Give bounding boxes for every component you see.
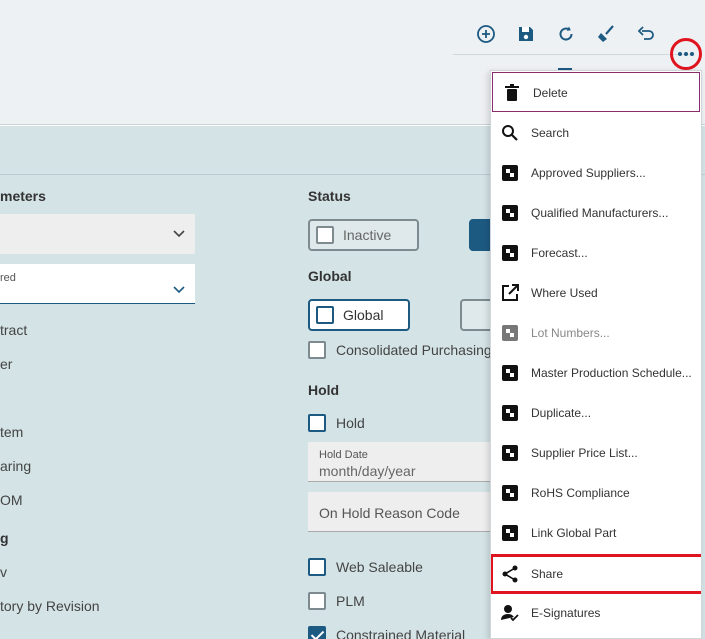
- global-title: Global: [308, 268, 352, 284]
- form-icon: [502, 205, 518, 221]
- add-icon[interactable]: [473, 21, 499, 47]
- menu-item-label: Forecast...: [531, 246, 588, 260]
- more-icon-dot: [690, 52, 694, 56]
- external-link-icon: [502, 284, 519, 301]
- search-icon: [502, 125, 518, 141]
- chevron-down-icon: [173, 230, 185, 238]
- more-icon-dot: [684, 52, 688, 56]
- select-label: red: [0, 272, 16, 284]
- menu-item-link-global-part[interactable]: Link Global Part: [491, 513, 701, 553]
- checkbox-icon: [308, 414, 326, 432]
- hold-label: Hold: [336, 415, 365, 431]
- more-options-menu: Delete Search Approved Suppliers... Qual…: [490, 70, 702, 639]
- hold-title: Hold: [308, 382, 340, 398]
- menu-item-label: Duplicate...: [531, 406, 592, 420]
- menu-item-where-used[interactable]: Where Used: [491, 273, 701, 313]
- constrained-material-checkbox[interactable]: Constrained Material: [308, 625, 465, 639]
- refresh-icon[interactable]: [553, 21, 579, 47]
- menu-item-label: RoHS Compliance: [531, 486, 630, 500]
- menu-item-label: Master Production Schedule...: [531, 366, 692, 380]
- inactive-label: Inactive: [343, 227, 392, 243]
- hold-reason-placeholder: On Hold Reason Code: [319, 505, 460, 521]
- menu-item-label: Supplier Price List...: [531, 446, 638, 460]
- form-icon: [502, 485, 518, 501]
- consolidated-label: Consolidated Purchasing: [336, 342, 492, 358]
- consolidated-purchasing-checkbox[interactable]: Consolidated Purchasing: [308, 340, 492, 360]
- clear-icon[interactable]: [593, 21, 619, 47]
- checkbox-icon: [308, 341, 326, 359]
- menu-item-label: Qualified Manufacturers...: [531, 206, 669, 220]
- hold-date-field[interactable]: Hold Date month/day/year: [308, 442, 492, 482]
- form-icon: [502, 405, 518, 421]
- plm-label: PLM: [336, 593, 365, 609]
- web-saleable-checkbox[interactable]: Web Saleable: [308, 557, 423, 577]
- left-option[interactable]: er: [0, 356, 12, 372]
- menu-item-label: Link Global Part: [531, 526, 617, 540]
- menu-item-qualified-manufacturers[interactable]: Qualified Manufacturers...: [491, 193, 701, 233]
- form-icon: [502, 325, 518, 341]
- web-saleable-label: Web Saleable: [336, 559, 423, 575]
- checkbox-icon: [308, 626, 326, 639]
- form-icon: [502, 245, 518, 261]
- form-icon: [502, 165, 518, 181]
- menu-item-label: Where Used: [531, 286, 598, 300]
- parameter-select[interactable]: [0, 214, 195, 254]
- menu-item-e-signatures[interactable]: E-Signatures: [491, 593, 701, 633]
- menu-item-label: Share: [531, 567, 564, 581]
- checkbox-icon: [316, 306, 334, 324]
- hold-reason-field[interactable]: On Hold Reason Code: [308, 492, 492, 532]
- hold-date-label: Hold Date: [319, 449, 368, 461]
- menu-item-master-production-schedule[interactable]: Master Production Schedule...: [491, 353, 701, 393]
- global-toggle[interactable]: Global: [308, 299, 410, 331]
- user-check-icon: [501, 605, 519, 622]
- menu-item-forecast[interactable]: Forecast...: [491, 233, 701, 273]
- menu-item-share[interactable]: Share: [491, 554, 701, 594]
- more-icon: [678, 52, 682, 56]
- menu-item-duplicate[interactable]: Duplicate...: [491, 393, 701, 433]
- menu-item-delete[interactable]: Delete: [492, 72, 700, 112]
- share-icon: [502, 565, 518, 583]
- menu-item-lot-numbers[interactable]: Lot Numbers...: [491, 313, 701, 353]
- constrained-label: Constrained Material: [336, 627, 466, 639]
- hold-checkbox[interactable]: Hold: [308, 413, 365, 433]
- menu-item-search[interactable]: Search: [491, 113, 701, 153]
- left-option[interactable]: tem: [0, 424, 23, 440]
- hold-date-value: month/day/year: [319, 463, 416, 479]
- toolbar-divider: [453, 54, 693, 55]
- global-label: Global: [343, 307, 384, 323]
- left-option[interactable]: v: [0, 564, 7, 580]
- menu-item-label: Delete: [533, 86, 568, 100]
- menu-item-label: Lot Numbers...: [531, 326, 610, 340]
- menu-item-rohs-compliance[interactable]: RoHS Compliance: [491, 473, 701, 513]
- form-icon: [502, 525, 518, 541]
- parameters-title: meters: [0, 188, 46, 204]
- trash-icon: [505, 84, 519, 101]
- menu-item-supplier-price-list[interactable]: Supplier Price List...: [491, 433, 701, 473]
- plm-checkbox[interactable]: PLM: [308, 591, 365, 611]
- left-option[interactable]: tory by Revision: [0, 598, 100, 614]
- checkbox-icon: [308, 558, 326, 576]
- left-option[interactable]: tract: [0, 322, 27, 338]
- parameter-select-2[interactable]: red: [0, 264, 195, 304]
- subsection-title: g: [0, 530, 9, 546]
- menu-item-label: E-Signatures: [531, 606, 601, 620]
- checkbox-icon: [316, 226, 334, 244]
- chevron-down-icon: [173, 286, 185, 294]
- more-options-button[interactable]: [670, 38, 702, 70]
- menu-item-label: Approved Suppliers...: [531, 166, 646, 180]
- status-title: Status: [308, 188, 351, 204]
- form-icon: [502, 365, 518, 381]
- form-icon: [502, 445, 518, 461]
- checkbox-icon: [308, 592, 326, 610]
- left-option[interactable]: OM: [0, 492, 23, 508]
- inactive-toggle[interactable]: Inactive: [308, 219, 419, 251]
- left-option[interactable]: aring: [0, 458, 31, 474]
- menu-item-label: Search: [531, 126, 570, 140]
- undo-icon[interactable]: [633, 21, 659, 47]
- save-icon[interactable]: [513, 21, 539, 47]
- menu-item-approved-suppliers[interactable]: Approved Suppliers...: [491, 153, 701, 193]
